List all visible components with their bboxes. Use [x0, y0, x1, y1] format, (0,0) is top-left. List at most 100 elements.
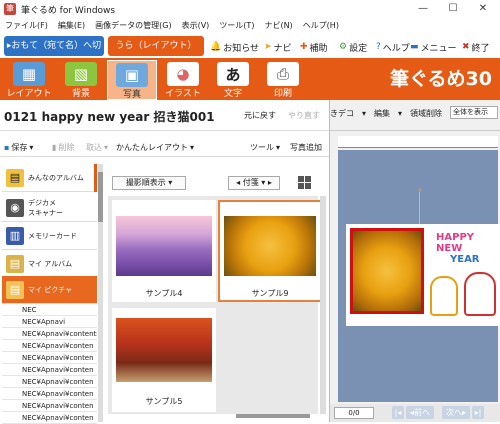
- last-page-button[interactable]: ▸|: [472, 406, 484, 419]
- edit-button[interactable]: 編集: [374, 108, 390, 119]
- mode-bar: ▸おもて（宛て名）へ切替 うら（レイアウト） 🔔お知らせ ➤ナビ ✚補助 ⚙設定…: [0, 32, 500, 71]
- left-pane: 0121 happy new year 招き猫001 元に戻す やり直す ▪ 保存…: [0, 100, 330, 424]
- tab-background[interactable]: ▧ 背景: [56, 60, 106, 100]
- photo-icon: ▣: [116, 63, 148, 87]
- tree-item[interactable]: NEC¥Apnavi¥conten: [2, 400, 97, 412]
- menu-edit[interactable]: 編集(E): [53, 20, 90, 31]
- tree-item[interactable]: NEC¥Apnavi: [2, 316, 97, 328]
- thumbnail-card[interactable]: サンプル5: [112, 308, 216, 412]
- tree-item[interactable]: NEC¥Apnavi¥conten: [2, 412, 97, 424]
- delete-button[interactable]: ▮ 削除: [52, 142, 74, 153]
- area-delete-button[interactable]: 領域削除: [410, 108, 442, 119]
- lucky-cat-icon: [464, 272, 496, 316]
- sidebar-item-camera[interactable]: ◉ デジカメ スキャナー: [2, 194, 97, 222]
- notice-button[interactable]: 🔔 お知らせ: [210, 40, 259, 54]
- cross-icon: ✚: [300, 42, 308, 52]
- close-icon: ✖: [462, 42, 470, 52]
- tab-layout[interactable]: ▦ レイアウト: [4, 60, 54, 100]
- undo-button[interactable]: 元に戻す: [244, 110, 276, 121]
- prev-page-button[interactable]: ◂前へ: [406, 406, 434, 419]
- navi-icon: ➤: [264, 42, 272, 52]
- menu-image-data[interactable]: 画像データの管理(G): [90, 20, 176, 31]
- grid-view-icon[interactable]: [298, 176, 311, 189]
- window-title: 筆ぐるめ for Windows: [21, 5, 116, 16]
- save-button[interactable]: ▪ 保存 ▾: [4, 142, 33, 153]
- decor-chevron-icon[interactable]: ▾: [362, 109, 366, 118]
- tools-button[interactable]: ツール ▾: [250, 142, 280, 153]
- chevron-down-icon: ▾: [168, 178, 173, 187]
- card-title: HAPPY NEW YEAR: [436, 232, 480, 265]
- assist-button[interactable]: ✚ 補助: [300, 40, 328, 54]
- autumn-photo: [116, 318, 212, 382]
- album-icon: ▤: [6, 168, 24, 187]
- tab-illust[interactable]: ◕ イラスト: [158, 60, 208, 100]
- sidebar-item-everyone-album[interactable]: ▤ みんなのアルバム: [2, 164, 97, 192]
- right-toolbar: きデコ ▾ 編集 ▾ 領域削除: [330, 108, 442, 119]
- camera-icon: ◉: [6, 198, 24, 217]
- import-button[interactable]: 取込 ▾: [86, 142, 108, 153]
- add-photo-button[interactable]: 写真追加: [290, 142, 322, 153]
- sidebar-scrollbar[interactable]: [98, 164, 103, 422]
- trash-icon: ▮: [52, 143, 57, 152]
- page-counter: 0/0: [334, 407, 374, 419]
- menu-view[interactable]: 表示(V): [177, 20, 215, 31]
- tree-item[interactable]: NEC¥Apnavi¥conten: [2, 352, 97, 364]
- grid-scrollbar[interactable]: [320, 196, 326, 414]
- next-page-button[interactable]: 次へ▸: [442, 406, 470, 419]
- first-page-button[interactable]: |◂: [392, 406, 404, 419]
- sidebar-item-memory-card[interactable]: ▥ メモリーカード: [2, 222, 97, 250]
- layout-mode-button[interactable]: うら（レイアウト）: [108, 36, 204, 56]
- page-navigation: 0/0 |◂ ◂前へ 次へ▸ ▸|: [330, 404, 500, 422]
- menu-help[interactable]: ヘルプ(H): [298, 20, 344, 31]
- menu-tools[interactable]: ツール(T): [214, 20, 259, 31]
- easy-layout-button[interactable]: かんたんレイアウト ▾: [116, 142, 194, 153]
- tree-item[interactable]: NEC¥Apnavi¥conten: [2, 364, 97, 376]
- ruler: [338, 136, 498, 148]
- minimize-icon[interactable]: —: [408, 0, 438, 18]
- sidebar-item-my-pictures[interactable]: ▤ マイ ピクチャ: [2, 276, 97, 304]
- tab-print[interactable]: ⎙ 印刷: [258, 60, 308, 100]
- decor-button[interactable]: きデコ: [330, 108, 354, 119]
- menu-navi[interactable]: ナビ(N): [259, 20, 297, 31]
- settings-button[interactable]: ⚙ 設定: [339, 40, 367, 54]
- thumbnail-card[interactable]: サンプル4: [112, 200, 216, 302]
- exit-button[interactable]: ✖ 終了: [462, 40, 490, 54]
- app-icon: 筆: [4, 3, 16, 15]
- question-icon: ?: [376, 42, 381, 52]
- right-pane: きデコ ▾ 編集 ▾ 領域削除 全体を表示 HAPPY NEW YEAR 0/0…: [330, 100, 500, 422]
- menu-file[interactable]: ファイル(F): [0, 20, 53, 31]
- chevron-down-icon: ▾: [29, 143, 34, 152]
- tree-item[interactable]: NEC¥Apnavi¥conten: [2, 376, 97, 388]
- photo-frame[interactable]: [350, 228, 424, 314]
- help-button[interactable]: ? ヘルプ: [376, 40, 410, 54]
- close-window-icon[interactable]: ✕: [468, 0, 498, 18]
- canvas-area[interactable]: HAPPY NEW YEAR: [338, 150, 500, 402]
- sticky-note-nav[interactable]: ◂ 付箋 ▾ ▸: [228, 176, 280, 190]
- document-title: 0121 happy new year 招き猫001: [4, 110, 215, 124]
- edit-chevron-icon[interactable]: ▾: [398, 109, 402, 118]
- thumbnail-card-selected[interactable]: サンプル9: [218, 200, 322, 302]
- navi-button[interactable]: ➤ ナビ: [264, 40, 292, 54]
- title-bar: 筆 筆ぐるめ for Windows — ☐ ✕: [0, 0, 500, 18]
- rose-photo: [224, 216, 316, 276]
- sidebar-item-my-album[interactable]: ▤ マイ アルバム: [2, 250, 97, 278]
- zoom-select[interactable]: 全体を表示: [450, 106, 498, 119]
- divider: [330, 130, 500, 131]
- brand-logo: 筆ぐるめ30: [389, 68, 492, 90]
- menu-button[interactable]: ▬ メニュー: [410, 40, 457, 54]
- maximize-icon[interactable]: ☐: [438, 0, 468, 18]
- divider: [0, 130, 330, 131]
- address-mode-button[interactable]: ▸おもて（宛て名）へ切替: [4, 36, 104, 71]
- save-icon: ▪: [4, 143, 10, 152]
- horizontal-scrollbar[interactable]: [236, 414, 310, 418]
- tab-photo[interactable]: ▣ 写真: [107, 60, 157, 100]
- tab-text[interactable]: あ 文字: [208, 60, 258, 100]
- redo-button[interactable]: やり直す: [288, 110, 320, 121]
- tree-item[interactable]: NEC: [2, 304, 97, 316]
- tree-item[interactable]: NEC¥Apnavi¥conten: [2, 340, 97, 352]
- sort-select[interactable]: 撮影順表示 ▾: [112, 176, 186, 190]
- tree-item[interactable]: NEC¥Apnavi¥contents: [2, 328, 97, 340]
- postcard-preview[interactable]: HAPPY NEW YEAR: [346, 224, 500, 326]
- divider: [0, 156, 330, 157]
- tree-item[interactable]: NEC¥Apnavi¥conten: [2, 388, 97, 400]
